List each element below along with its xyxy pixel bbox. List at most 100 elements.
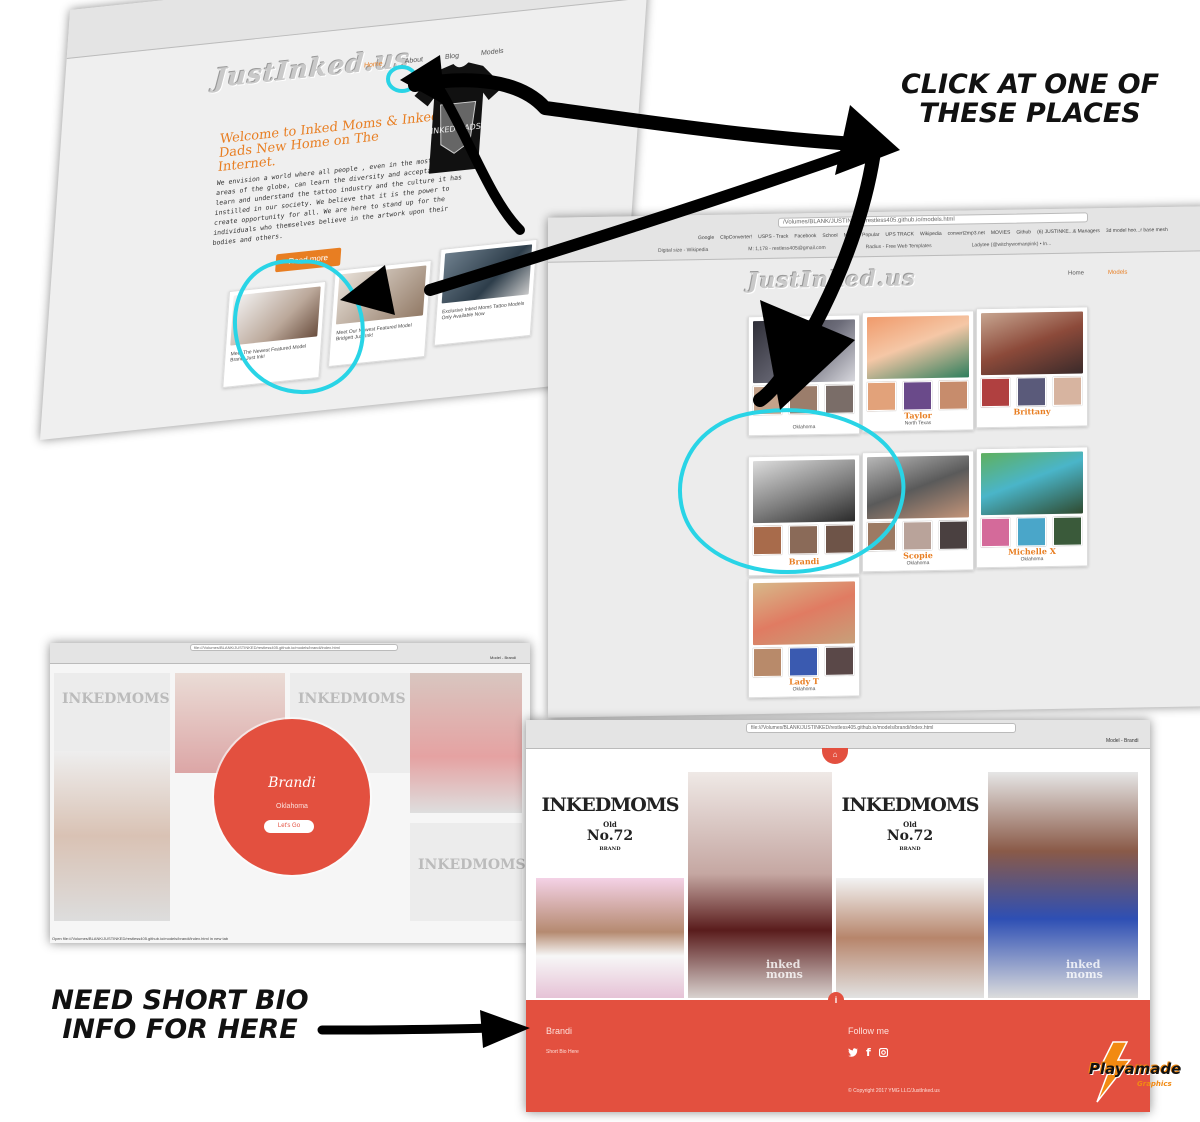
model-thumb: [939, 380, 968, 410]
bookmark-item[interactable]: News: [844, 232, 857, 238]
model-thumb: [903, 521, 932, 551]
splash-bg-photo: [410, 673, 522, 813]
brand-label: BRAND: [599, 846, 621, 852]
nav-models[interactable]: Models: [1108, 270, 1127, 276]
splash-brand-logo: INKEDMOMS: [62, 691, 170, 707]
model-photo-white-top: [536, 878, 684, 998]
brandi-url-bar[interactable]: file:///Volumes/BLANK/JUSTINKED/restless…: [746, 723, 1016, 733]
nav-about[interactable]: About: [404, 56, 423, 65]
post-thumbnail: [230, 286, 321, 346]
click-instruction: CLICK AT ONE OF THESE PLACES: [880, 70, 1180, 128]
model-thumb: [753, 385, 782, 416]
browser-tab[interactable]: Radius - Free Web Templates: [866, 243, 932, 250]
bookmark-item[interactable]: USPS - Track: [758, 234, 788, 241]
bio-instruction-line2: INFO FOR HERE: [62, 1014, 298, 1045]
instagram-icon[interactable]: [878, 1047, 888, 1060]
brandi-splash-screenshot: file:///Volumes/BLANK/JUSTINKED/restless…: [50, 643, 530, 943]
model-thumb: [903, 381, 932, 411]
models-tab-bar: Digital size - Wikipedia M: 1,178 - rest…: [658, 241, 1051, 254]
bookmark-item[interactable]: MOVIES: [991, 230, 1010, 236]
twitter-icon[interactable]: [848, 1048, 858, 1060]
model-card[interactable]: Brandi: [748, 454, 860, 577]
model-card[interactable]: Michelle X Oklahoma: [976, 446, 1088, 569]
model-photo: [867, 455, 969, 520]
model-thumb: [981, 377, 1010, 408]
splash-bg-photo: [54, 751, 170, 921]
footer-name: Brandi: [546, 1026, 573, 1036]
bookmark-item[interactable]: (6) JUSTINKE...& Managers: [1037, 228, 1100, 235]
tshirt-image: INKED DADS: [406, 58, 509, 178]
model-photo: [981, 311, 1083, 376]
facebook-icon[interactable]: f: [866, 1047, 871, 1060]
model-thumb: [753, 647, 782, 678]
model-name[interactable]: Brandi: [749, 555, 859, 567]
model-thumb: [867, 521, 896, 552]
model-location: North Texas: [904, 420, 932, 427]
model-name[interactable]: Brittany: [977, 405, 1087, 417]
post-thumbnail: [441, 244, 533, 304]
model-location: Oklahoma: [792, 424, 816, 431]
model-card[interactable]: Oklahoma: [748, 314, 860, 437]
click-instruction-line1: CLICK AT ONE OF: [900, 69, 1160, 100]
model-photo: [753, 319, 855, 384]
bio-instruction: NEED SHORT BIO INFO FOR HERE: [30, 986, 330, 1044]
browser-tab[interactable]: Ladytee (@witchywomanpink) • In...: [972, 241, 1052, 248]
home-up-button[interactable]: ⌂: [822, 748, 848, 764]
nav-home[interactable]: Home: [1068, 270, 1084, 276]
brand-label: BRAND: [899, 846, 921, 852]
brandi-browser-toolbar: file:///Volumes/BLANK/JUSTINKED/restless…: [526, 720, 1150, 749]
nav-blog[interactable]: Blog: [445, 52, 460, 60]
profile-name: Brandi: [268, 775, 316, 791]
badge-sub-text: Graphics: [1137, 1080, 1172, 1088]
bookmark-item[interactable]: Popular: [862, 232, 879, 238]
model-thumb: [1017, 377, 1046, 407]
model-location: Oklahoma: [1020, 556, 1044, 563]
splash-url-bar[interactable]: file:///Volumes/BLANK/JUSTINKED/restless…: [190, 644, 398, 651]
bookmark-item[interactable]: Facebook: [794, 233, 816, 239]
bookmark-item[interactable]: Google: [698, 235, 714, 241]
post-card[interactable]: Exclusive Inked Moms Tattoo Models Only …: [433, 238, 538, 347]
bookmark-item[interactable]: Wikipedia: [920, 231, 942, 237]
post-card[interactable]: Meet The Newest Featured Model Brandi Ju…: [222, 280, 327, 389]
post-card[interactable]: Meet Our Newest Featured Model Bridgett …: [328, 259, 432, 368]
bio-instruction-line1: NEED SHORT BIO: [51, 985, 309, 1016]
model-card[interactable]: Brittany: [976, 306, 1088, 429]
bookmark-item[interactable]: Github: [1016, 229, 1031, 235]
info-toggle-button[interactable]: i: [828, 992, 844, 1008]
bookmark-item[interactable]: convert2mp3.net: [948, 230, 985, 237]
models-nav: Home Models: [1068, 270, 1127, 277]
model-photo: [981, 451, 1083, 516]
models-logo[interactable]: JustInked.us: [748, 265, 916, 294]
browser-tab[interactable]: Digital size - Wikipedia: [658, 247, 708, 254]
bookmark-item[interactable]: 3d model hoo...r base mesh: [1106, 227, 1168, 234]
brandi-active-tab[interactable]: Model - Brandi: [1106, 738, 1139, 744]
bio-arrow-head: [480, 1010, 530, 1048]
watermark: inked moms: [1066, 958, 1103, 981]
bookmark-item[interactable]: ClipConverter!: [720, 234, 752, 241]
model-card[interactable]: Taylor North Texas: [862, 310, 974, 433]
post-thumbnail: [335, 265, 427, 325]
post-title[interactable]: Meet Our Newest Featured Model Bridgett …: [336, 321, 422, 342]
models-url-bar[interactable]: /Volumes/BLANK/JUSTINKED/restless405.git…: [778, 212, 1088, 228]
read-more-button[interactable]: Read more: [275, 247, 342, 273]
model-card[interactable]: Scopie Oklahoma: [862, 450, 974, 573]
browser-tab[interactable]: M: 1,178 - restless405@gmail.com: [748, 245, 825, 252]
nav-models[interactable]: Models: [481, 48, 504, 57]
splash-browser-toolbar: file:///Volumes/BLANK/JUSTINKED/restless…: [50, 643, 530, 664]
status-bar: Open file:///Volumes/BLANK/JUSTINKED/res…: [52, 936, 229, 941]
model-thumb: [825, 646, 854, 676]
home-logo[interactable]: JustInked.us: [213, 44, 411, 95]
model-photo: [753, 581, 855, 646]
model-thumb: [867, 381, 896, 412]
model-card[interactable]: Lady T Oklahoma: [748, 576, 860, 699]
brand-tile: INKEDMOMS Old No.72 BRAND: [536, 772, 684, 877]
model-location: Oklahoma: [792, 686, 816, 693]
splash-active-tab[interactable]: Model - Brandi: [490, 655, 516, 660]
bookmark-item[interactable]: School: [822, 233, 837, 239]
lets-go-button[interactable]: Let's Go: [264, 820, 314, 833]
post-title[interactable]: Meet The Newest Featured Model Brandi Ju…: [230, 343, 316, 364]
bookmark-item[interactable]: UPS TRACK: [885, 231, 914, 237]
watermark: inked moms: [766, 958, 803, 981]
model-photo-back: [836, 878, 984, 998]
post-title[interactable]: Exclusive Inked Moms Tattoo Models Only …: [441, 300, 527, 322]
